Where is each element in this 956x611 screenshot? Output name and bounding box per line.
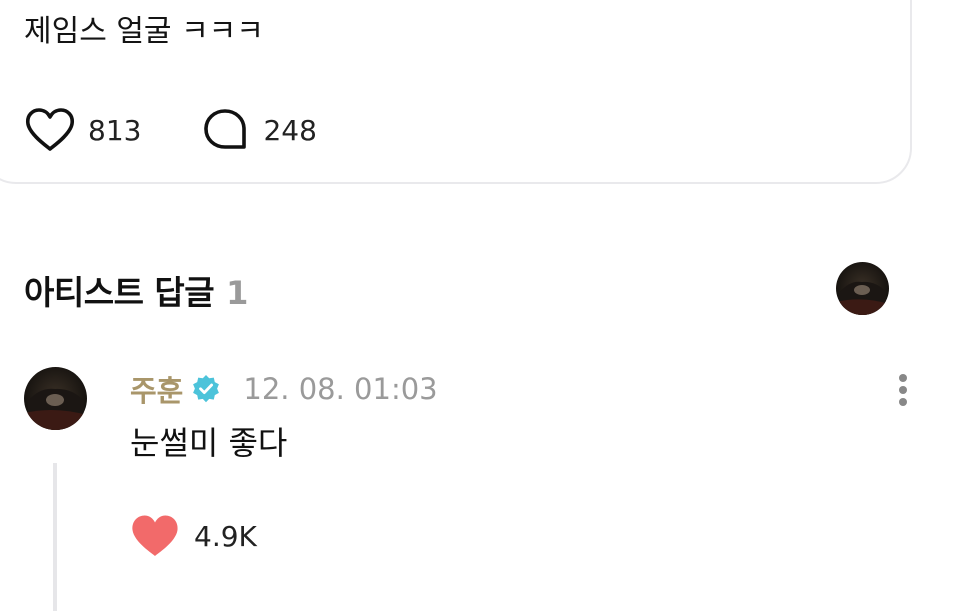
more-vertical-icon-dot xyxy=(899,386,907,394)
post-text: 제임스 얼굴 ㅋㅋㅋ xyxy=(24,14,264,49)
more-options-button[interactable] xyxy=(888,370,918,410)
heart-outline-icon xyxy=(25,108,75,151)
post-comment-count: 248 xyxy=(263,113,317,147)
comment-like-count: 4.9K xyxy=(194,519,257,553)
more-vertical-icon-dot xyxy=(899,398,907,406)
post-actions: 813 248 xyxy=(24,106,317,154)
verified-badge-icon xyxy=(193,375,220,403)
comment-like-button[interactable]: 4.9K xyxy=(130,513,257,559)
avatar-image xyxy=(24,367,87,430)
page: 제임스 얼굴 ㅋㅋㅋ 813 248 아티스트 답글 1 주훈 12. 08. … xyxy=(0,0,956,611)
thread-line xyxy=(53,463,57,611)
artist-avatar-small[interactable] xyxy=(836,262,889,315)
artist-replies-count: 1 xyxy=(226,274,249,312)
comment-timestamp: 12. 08. 01:03 xyxy=(243,372,438,406)
post-comment-button[interactable]: 248 xyxy=(199,107,317,153)
comment-author-avatar[interactable] xyxy=(24,367,87,430)
artist-replies-title: 아티스트 답글 xyxy=(24,273,215,312)
speech-bubble-icon xyxy=(204,109,247,149)
post-like-button[interactable]: 813 xyxy=(24,107,141,153)
artist-replies-header: 아티스트 답글 1 xyxy=(24,266,248,314)
comment-meta: 주훈 12. 08. 01:03 xyxy=(130,369,438,409)
more-vertical-icon xyxy=(899,374,907,382)
heart-filled-icon xyxy=(132,515,178,556)
avatar-image xyxy=(836,262,889,315)
post-like-count: 813 xyxy=(88,113,142,147)
comment-author-name[interactable]: 주훈 xyxy=(130,368,183,410)
comment-text: 눈썰미 좋다 xyxy=(130,424,288,462)
